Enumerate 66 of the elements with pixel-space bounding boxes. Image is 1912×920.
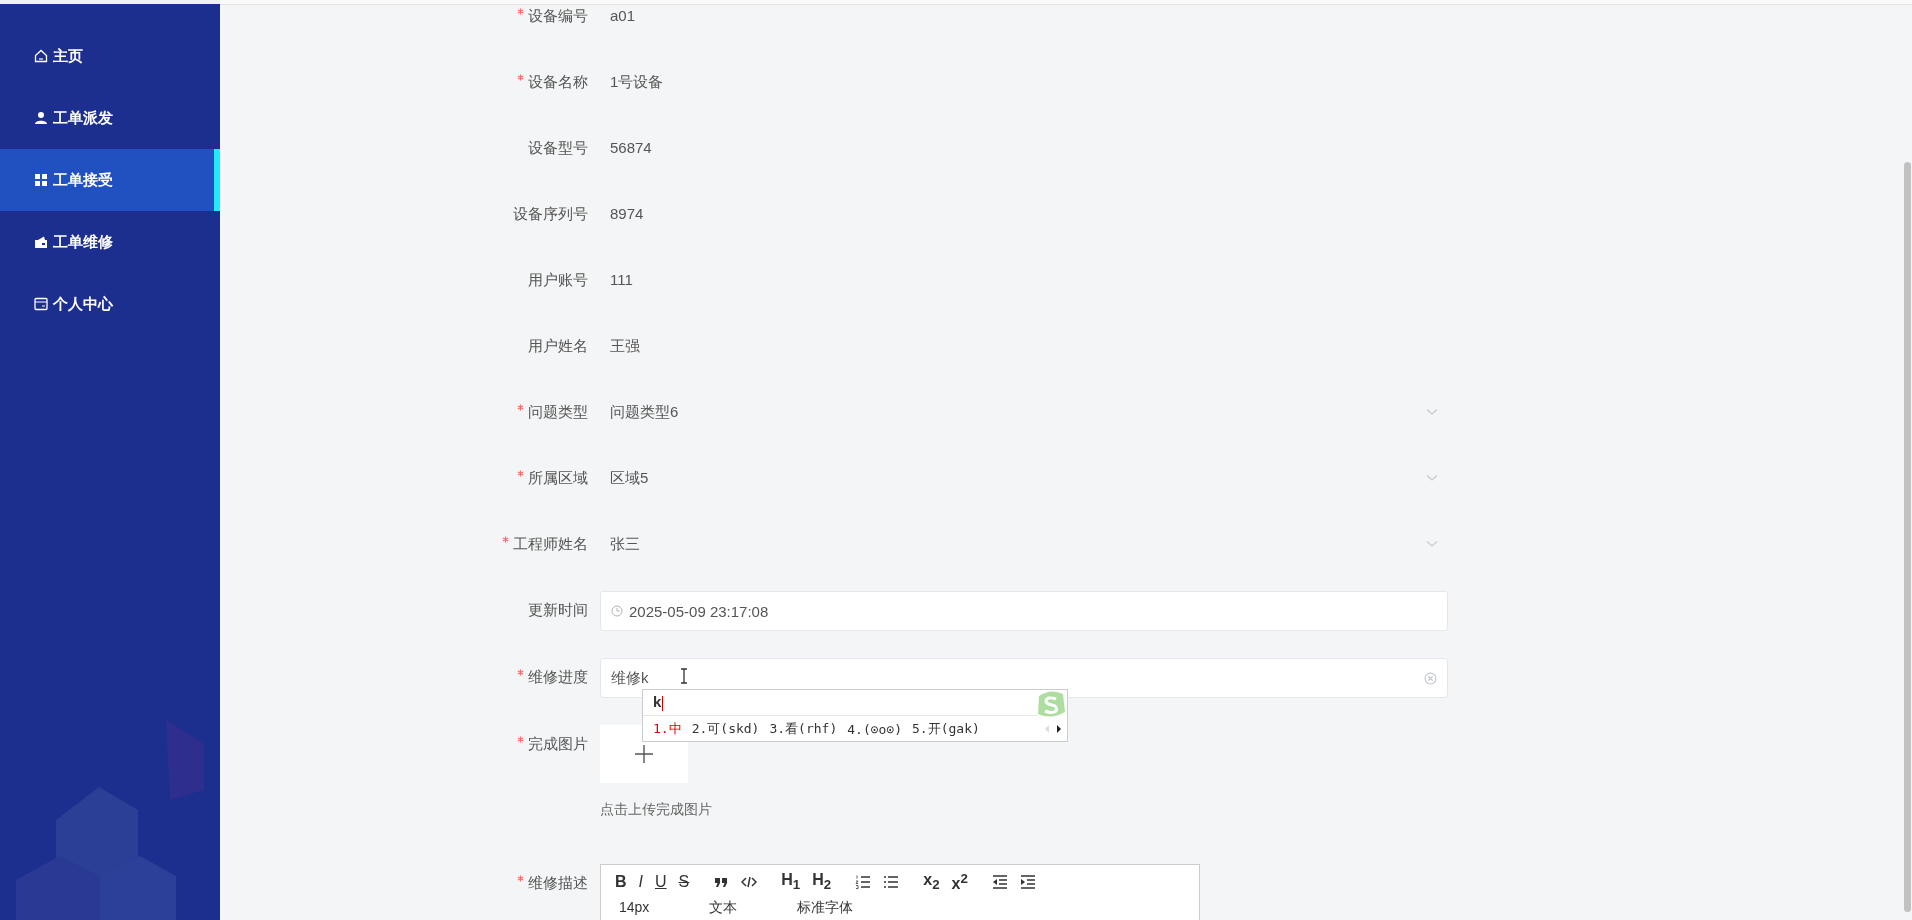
toolbar-dropdown[interactable]: 14px	[619, 899, 650, 917]
candidate-item[interactable]: 4.(⊙o⊙)	[847, 721, 903, 737]
chevron-down-icon	[1426, 540, 1438, 548]
field-label: 问题类型	[528, 403, 588, 420]
chevron-down-icon	[1426, 474, 1438, 482]
field-label: 设备编号	[528, 7, 588, 24]
input-field[interactable]: 王强	[600, 326, 1448, 366]
sidebar-item[interactable]: 工单维修	[0, 211, 220, 273]
input-field[interactable]: 111	[600, 260, 1448, 300]
candidate-item[interactable]: 1.中	[653, 720, 682, 738]
field-label: 设备名称	[528, 73, 588, 90]
home-icon	[34, 49, 48, 63]
date-field[interactable]: 2025-05-09 23:17:08	[600, 591, 1448, 631]
field-label: 更新时间	[528, 601, 588, 618]
sidebar-item[interactable]: 工单派发	[0, 87, 220, 149]
field-label: 完成图片	[528, 735, 588, 752]
italic-button[interactable]: I	[638, 873, 643, 891]
select-field[interactable]: 区域5	[600, 458, 1448, 498]
script-button[interactable]: x$_{2}$	[923, 871, 940, 893]
clear-icon	[1424, 671, 1437, 685]
candidate-item[interactable]: 3.看(rhf)	[769, 720, 838, 738]
toolbar-dropdown[interactable]: 文本	[709, 899, 738, 917]
heading-button[interactable]: H$_{1}$	[781, 871, 801, 893]
select-field[interactable]: 问题类型6	[600, 392, 1448, 432]
sidebar-item[interactable]: 工单接受	[0, 149, 220, 211]
input-field[interactable]: 8974	[600, 194, 1448, 234]
field-label: 设备序列号	[513, 205, 588, 222]
select-field[interactable]: 张三	[600, 524, 1448, 564]
script-button[interactable]: x$^{2}$	[951, 870, 968, 894]
field-label: 用户账号	[528, 271, 588, 288]
plus-icon	[634, 744, 654, 764]
field-label: 所属区域	[528, 469, 588, 486]
scrollbar-thumb[interactable]	[1904, 162, 1911, 912]
strikethrough-button[interactable]: S	[678, 873, 690, 891]
underline-button[interactable]: U	[655, 873, 667, 891]
indent-icon[interactable]	[1019, 874, 1036, 890]
input-field[interactable]: 56874	[600, 128, 1448, 168]
input-field[interactable]: a01	[600, 0, 1448, 36]
input-field[interactable]: 1号设备	[600, 62, 1448, 102]
field-label: 设备型号	[528, 139, 588, 156]
upload-hint: 点击上传完成图片	[600, 801, 713, 819]
field-label: 工程师姓名	[513, 535, 588, 552]
chevron-down-icon	[1426, 408, 1438, 416]
toolbar-dropdown[interactable]: 标准字体	[797, 899, 854, 917]
text-cursor-icon	[680, 668, 688, 684]
sidebar-item[interactable]: 个人中心	[0, 273, 220, 335]
code-icon[interactable]	[741, 874, 758, 890]
heading-button[interactable]: H$_{2}$	[812, 871, 832, 893]
sidebar-item[interactable]: 主页	[0, 25, 220, 87]
card-icon	[34, 297, 48, 311]
bullet-list-icon[interactable]	[883, 874, 900, 890]
wallet-icon	[34, 235, 48, 249]
ordered-list-icon[interactable]	[855, 874, 872, 890]
grid-icon	[34, 173, 48, 187]
outdent-icon[interactable]	[991, 874, 1008, 890]
field-label: 维修进度	[528, 668, 588, 685]
rich-text-editor[interactable]: B I U S H$_{1}$ H$_{2}$ x$_{2}$ x$^{2}$ 14px 文本 标准字体	[600, 864, 1200, 920]
candidate-item[interactable]: 5.开(gak)	[912, 720, 980, 738]
field-label: 用户姓名	[528, 337, 588, 354]
bold-button[interactable]: B	[615, 873, 627, 891]
user-icon	[34, 111, 48, 125]
clock-icon	[611, 605, 623, 617]
page-arrows-icon[interactable]	[1043, 723, 1063, 735]
composition-text: k	[643, 690, 1037, 716]
candidate-item[interactable]: 2.可(skd)	[691, 720, 760, 738]
field-label: 维修描述	[528, 874, 588, 891]
